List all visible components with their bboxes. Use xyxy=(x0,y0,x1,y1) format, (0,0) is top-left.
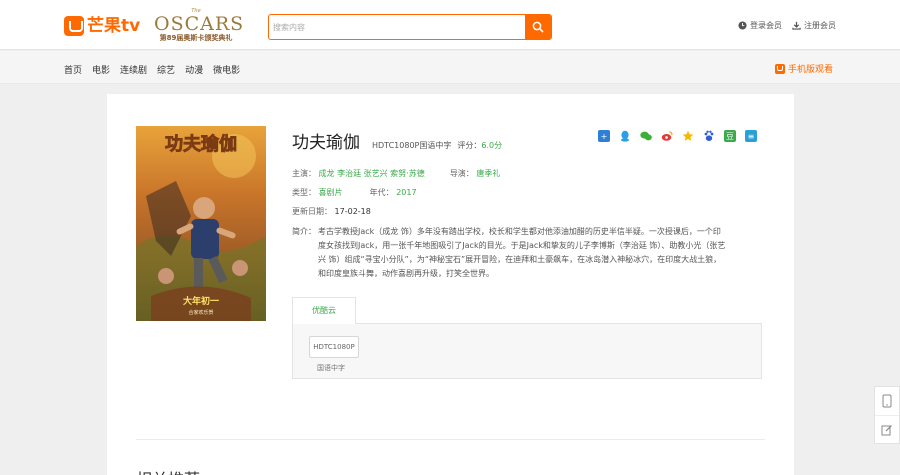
site-logo[interactable]: 芒果tv xyxy=(64,15,140,37)
top-header: 芒果tv The OSCARS 第89届奥斯卡颁奖典礼 登录会员 xyxy=(0,0,900,50)
poster-title: 功夫瑜伽 xyxy=(165,133,237,155)
nav-item-variety[interactable]: 综艺 xyxy=(157,63,175,76)
related-title: 相关推荐 xyxy=(136,466,200,475)
source-tab[interactable]: 优酷云 xyxy=(292,297,356,324)
director-value[interactable]: 唐季礼 xyxy=(476,169,500,178)
score-label: 评分： xyxy=(457,141,482,150)
mobile-version-label: 手机版观看 xyxy=(787,65,833,75)
main-nav: 首页 电影 连续剧 综艺 动漫 微电影 手机版观看 xyxy=(0,51,900,84)
movie-title: 功夫瑜伽 xyxy=(292,133,360,153)
clock-icon xyxy=(738,21,747,30)
type-label: 类型： xyxy=(292,188,316,197)
description-label: 简介： xyxy=(292,227,316,236)
cast-row: 主演： 成龙 李治廷 张艺兴 索努·苏德 导演： 唐季礼 xyxy=(292,168,500,179)
phone-icon xyxy=(882,394,892,408)
cast-value[interactable]: 成龙 李治廷 张艺兴 索努·苏德 xyxy=(319,169,425,178)
share-bar: + 豆 ≡ xyxy=(598,130,757,142)
year-label: 年代： xyxy=(369,188,394,197)
section-divider xyxy=(136,439,765,440)
oscars-banner[interactable]: The OSCARS 第89届奥斯卡颁奖典礼 xyxy=(154,8,245,46)
login-label: 登录会员 xyxy=(750,21,782,30)
nav-item-micro-film[interactable]: 微电影 xyxy=(213,63,240,76)
description-text: 考古学教授Jack（成龙 饰）多年没有踏出学校，校长和学生都对他添油加醋的历史半… xyxy=(318,227,726,278)
nav-item-home[interactable]: 首页 xyxy=(64,63,82,76)
add-icon[interactable]: + xyxy=(598,130,610,142)
movie-poster[interactable]: 功夫瑜伽 大年初一 合家欢乐贺 xyxy=(136,126,266,321)
weibo-icon[interactable] xyxy=(661,130,673,142)
qq-icon[interactable] xyxy=(619,130,631,142)
type-row: 类型： 喜剧片 年代： 2017 xyxy=(292,187,417,198)
nav-item-series[interactable]: 连续剧 xyxy=(120,63,147,76)
douban-icon[interactable]: 豆 xyxy=(724,130,736,142)
account-links: 登录会员 注册会员 xyxy=(738,20,836,31)
register-label: 注册会员 xyxy=(804,21,836,30)
search-input[interactable] xyxy=(269,15,525,39)
date-value: 17-02-18 xyxy=(334,207,371,216)
source-body: HDTC1080P 国语中字 xyxy=(292,323,762,379)
logo-text: 芒果tv xyxy=(87,16,141,36)
download-icon xyxy=(792,21,801,30)
director-label: 导演： xyxy=(449,169,474,178)
login-link[interactable]: 登录会员 xyxy=(738,20,782,31)
movie-detail-card: 功夫瑜伽 大年初一 合家欢乐贺 功夫瑜伽 HDTC1080P国语中字 评分： 6… xyxy=(107,94,794,475)
poster-image: 功夫瑜伽 大年初一 合家欢乐贺 xyxy=(136,126,266,321)
description: 简介： 考古学教授Jack（成龙 饰）多年没有踏出学校，校长和学生都对他添油加醋… xyxy=(292,225,727,281)
source-panel: 优酷云 HDTC1080P 国语中字 xyxy=(292,297,762,379)
cast-label: 主演： xyxy=(292,169,316,178)
mobile-version-link[interactable]: 手机版观看 xyxy=(774,62,833,75)
date-label: 更新日期： xyxy=(292,207,332,216)
feedback-button[interactable] xyxy=(875,415,899,443)
poster-note: 合家欢乐贺 xyxy=(188,309,213,316)
baidu-paw-icon[interactable] xyxy=(703,130,715,142)
oscars-subtitle: 第89届奥斯卡颁奖典礼 xyxy=(159,34,233,42)
nav-item-anime[interactable]: 动漫 xyxy=(185,63,203,76)
nav-list: 首页 电影 连续剧 综艺 动漫 微电影 xyxy=(64,63,240,76)
episode-button[interactable]: HDTC1080P xyxy=(309,336,359,358)
register-link[interactable]: 注册会员 xyxy=(792,20,836,31)
mango-small-icon xyxy=(774,63,785,74)
title-row: 功夫瑜伽 HDTC1080P国语中字 评分： 6.0分 xyxy=(292,128,502,153)
poster-date: 大年初一 xyxy=(183,295,219,307)
search-button[interactable] xyxy=(525,15,551,39)
side-toolbar xyxy=(874,386,900,444)
episode-language: 国语中字 xyxy=(317,364,345,372)
search-icon xyxy=(532,21,544,33)
oscars-title: OSCARS xyxy=(154,13,245,35)
mobile-qr-button[interactable] xyxy=(875,387,899,415)
more-share-icon[interactable]: ≡ xyxy=(745,130,757,142)
type-value[interactable]: 喜剧片 xyxy=(319,188,343,197)
movie-quality: HDTC1080P国语中字 xyxy=(372,141,452,150)
star-icon[interactable] xyxy=(682,130,694,142)
date-row: 更新日期： 17-02-18 xyxy=(292,206,371,217)
edit-icon xyxy=(881,424,892,435)
wechat-icon[interactable] xyxy=(640,130,652,142)
nav-item-movie[interactable]: 电影 xyxy=(92,63,110,76)
movie-score: 6.0分 xyxy=(481,141,503,150)
year-value[interactable]: 2017 xyxy=(396,188,416,197)
search-box xyxy=(268,14,552,40)
mango-logo-icon xyxy=(64,16,84,36)
